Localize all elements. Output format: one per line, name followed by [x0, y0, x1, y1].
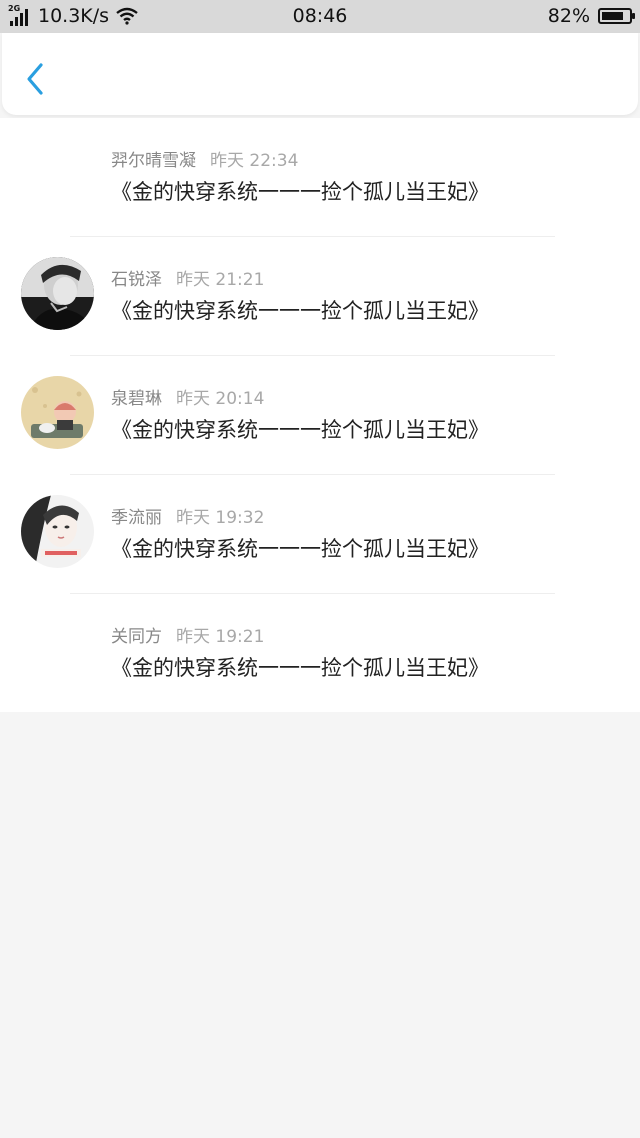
message-meta: 关同方 昨天 19:21 [111, 622, 264, 647]
message-text: 《金的快穿系统一一一捡个孤儿当王妃》 [111, 299, 489, 323]
message-meta: 羿尔晴雪凝 昨天 22:34 [111, 146, 298, 171]
sender-name: 季流丽 [111, 508, 162, 528]
message-time: 昨天 21:21 [176, 270, 265, 290]
message-text: 《金的快穿系统一一一捡个孤儿当王妃》 [111, 537, 489, 561]
battery-icon [598, 8, 635, 24]
message-meta: 泉碧琳 昨天 20:14 [111, 384, 264, 409]
status-right: 82% [547, 5, 635, 27]
message-item[interactable]: 季流丽 昨天 19:32 《金的快穿系统一一一捡个孤儿当王妃》 [0, 475, 640, 594]
message-time: 昨天 20:14 [176, 389, 265, 409]
battery-fill [602, 12, 624, 20]
message-item[interactable]: 关同方 昨天 19:21 《金的快穿系统一一一捡个孤儿当王妃》 [0, 594, 640, 713]
chevron-left-icon [27, 63, 43, 95]
message-meta: 石锐泽 昨天 21:21 [111, 265, 264, 290]
avatar[interactable] [21, 376, 94, 449]
avatar[interactable] [21, 257, 94, 330]
message-list: 羿尔晴雪凝 昨天 22:34 《金的快穿系统一一一捡个孤儿当王妃》 石锐泽 昨天 2… [0, 118, 640, 712]
message-time: 昨天 19:21 [176, 627, 265, 647]
app-header [2, 33, 638, 115]
avatar[interactable] [21, 495, 94, 568]
status-bar: 2G 10.3K/s 08:46 82% [0, 0, 640, 33]
message-text: 《金的快穿系统一一一捡个孤儿当王妃》 [111, 180, 489, 204]
battery-percent: 82% [547, 5, 590, 27]
message-item[interactable]: 泉碧琳 昨天 20:14 《金的快穿系统一一一捡个孤儿当王妃》 [0, 356, 640, 475]
message-meta: 季流丽 昨天 19:32 [111, 503, 264, 528]
message-text: 《金的快穿系统一一一捡个孤儿当王妃》 [111, 418, 489, 442]
sender-name: 羿尔晴雪凝 [111, 151, 196, 171]
clock: 08:46 [292, 5, 348, 27]
back-button[interactable] [20, 59, 50, 99]
message-text: 《金的快穿系统一一一捡个孤儿当王妃》 [111, 656, 489, 680]
message-time: 昨天 19:32 [176, 508, 265, 528]
sender-name: 石锐泽 [111, 270, 162, 290]
message-item[interactable]: 羿尔晴雪凝 昨天 22:34 《金的快穿系统一一一捡个孤儿当王妃》 [0, 118, 640, 237]
message-item[interactable]: 石锐泽 昨天 21:21 《金的快穿系统一一一捡个孤儿当王妃》 [0, 237, 640, 356]
message-time: 昨天 22:34 [210, 151, 299, 171]
sender-name: 关同方 [111, 627, 162, 647]
sender-name: 泉碧琳 [111, 389, 162, 409]
